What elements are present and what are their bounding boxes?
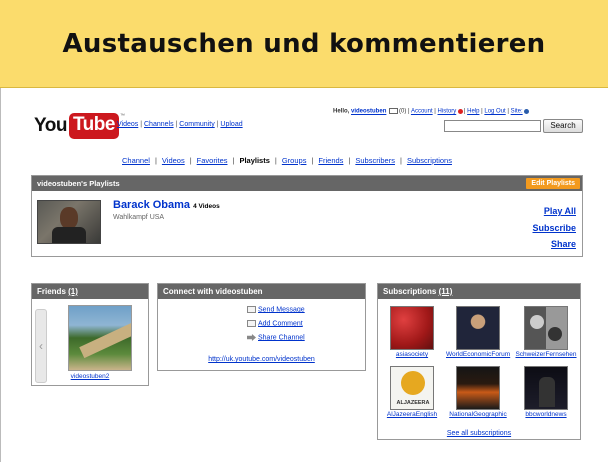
tab-groups[interactable]: Groups	[282, 156, 307, 165]
logo-trademark: ™	[119, 113, 125, 119]
nav-channels[interactable]: Channels	[144, 121, 174, 128]
subscriptions-header: Subscriptions (11)	[378, 284, 580, 299]
play-all-link[interactable]: Play All	[544, 206, 576, 216]
friends-header: Friends (1)	[32, 284, 148, 299]
help-link[interactable]: Help	[467, 109, 479, 115]
send-message-row[interactable]: Send Message	[247, 306, 305, 313]
subscription-item[interactable]: NationalGeographic	[446, 366, 510, 418]
subscription-name[interactable]: AlJazeeraEnglish	[387, 411, 437, 418]
subscriptions-count-link[interactable]: (11)	[439, 287, 453, 296]
subscriptions-header-label: Subscriptions	[383, 287, 437, 296]
edit-playlists-button[interactable]: Edit Playlists	[526, 178, 580, 189]
tab-videos[interactable]: Videos	[162, 156, 185, 165]
quicklist-icon	[457, 108, 463, 114]
site-link[interactable]: Site:	[511, 109, 523, 115]
logo-you-text: You	[34, 115, 67, 136]
subscription-item[interactable]: ALJAZEERA AlJazeeraEnglish	[380, 366, 444, 418]
channel-url-link[interactable]: http://uk.youtube.com/videostuben	[208, 356, 315, 363]
frame-border	[0, 88, 1, 462]
logo-tube-text: Tube	[68, 113, 119, 139]
subscription-thumbnail[interactable]	[524, 366, 568, 410]
greeting: Hello,	[333, 108, 350, 115]
search-button[interactable]: Search	[543, 119, 583, 133]
chevron-left-icon[interactable]: ‹	[35, 309, 47, 383]
slide-title-bar: Austauschen und kommentieren	[0, 0, 608, 88]
globe-icon[interactable]	[524, 108, 530, 114]
add-comment-link[interactable]: Add Comment	[258, 320, 303, 327]
history-link[interactable]: History	[438, 109, 457, 115]
nav-videos[interactable]: Videos	[117, 121, 138, 128]
account-link[interactable]: Account	[411, 109, 433, 115]
playlist-video-count: 4 Videos	[193, 203, 220, 210]
subscription-thumbnail[interactable]	[456, 306, 500, 350]
nav-community[interactable]: Community	[179, 121, 214, 128]
playlist-title[interactable]: Barack Obama 4 Videos	[113, 199, 220, 211]
share-link[interactable]: Share	[551, 239, 576, 249]
playlists-header: videostuben's Playlists Edit Playlists	[32, 176, 582, 191]
subscriptions-panel: Subscriptions (11) asiasociety WorldEcon…	[377, 283, 581, 440]
subscription-thumbnail[interactable]: ALJAZEERA	[390, 366, 434, 410]
connect-header: Connect with videostuben	[158, 284, 365, 299]
subscription-name[interactable]: NationalGeographic	[449, 411, 506, 418]
aljazeera-logo-text: ALJAZEERA	[396, 400, 430, 406]
aljazeera-logo-icon	[401, 371, 425, 395]
playlists-header-title: videostuben's Playlists	[37, 179, 120, 188]
mail-icon[interactable]	[389, 108, 399, 114]
subscription-item[interactable]: bbcworldnews	[514, 366, 578, 418]
subscription-name[interactable]: bbcworldnews	[525, 411, 566, 418]
friend-avatar[interactable]	[68, 305, 132, 371]
tab-subscriptions[interactable]: Subscriptions	[407, 156, 452, 165]
subscription-name[interactable]: SchweizerFernsehen	[515, 351, 576, 358]
send-message-link[interactable]: Send Message	[258, 306, 305, 313]
friends-header-label: Friends	[37, 287, 66, 296]
friends-count-link[interactable]: (1)	[68, 287, 78, 296]
tab-subscribers[interactable]: Subscribers	[355, 156, 395, 165]
youtube-logo[interactable]: You Tube ™	[34, 113, 125, 139]
share-channel-link[interactable]: Share Channel	[258, 334, 305, 341]
subscription-item[interactable]: asiasociety	[380, 306, 444, 358]
tab-favorites[interactable]: Favorites	[197, 156, 228, 165]
add-comment-row[interactable]: Add Comment	[247, 320, 303, 327]
slide-title: Austauschen und kommentieren	[62, 29, 546, 59]
logout-link[interactable]: Log Out	[484, 109, 505, 115]
subscription-name[interactable]: asiasociety	[396, 351, 428, 358]
tab-playlists[interactable]: Playlists	[239, 156, 269, 165]
subscription-name[interactable]: WorldEconomicForum	[446, 351, 510, 358]
share-channel-row[interactable]: Share Channel	[247, 334, 305, 341]
subscription-item[interactable]: WorldEconomicForum	[446, 306, 510, 358]
main-nav: Videos | Channels | Community | Upload	[117, 121, 243, 128]
subscribe-link[interactable]: Subscribe	[532, 223, 576, 233]
playlist-thumbnail[interactable]	[37, 200, 101, 244]
share-arrow-icon	[247, 334, 256, 341]
comment-icon	[247, 320, 256, 327]
friends-panel: Friends (1) ‹ videostuben2	[31, 283, 149, 386]
playlist-title-text[interactable]: Barack Obama	[113, 199, 190, 211]
channel-nav: Channel | Videos | Favorites | Playlists | Group…	[122, 156, 452, 165]
playlist-subtitle: Wahlkampf USA	[113, 214, 165, 221]
search-input[interactable]	[444, 120, 541, 132]
subscription-item[interactable]: SchweizerFernsehen	[514, 306, 578, 358]
subscription-thumbnail[interactable]	[456, 366, 500, 410]
subscription-thumbnail[interactable]	[390, 306, 434, 350]
account-bar: Hello, videostuben (0) | Account | Histo…	[333, 108, 530, 115]
subscription-thumbnail[interactable]	[524, 306, 568, 350]
slide: Austauschen und kommentieren You Tube ™ …	[0, 0, 608, 462]
nav-upload[interactable]: Upload	[220, 121, 242, 128]
inbox-count[interactable]: (0)	[399, 109, 406, 115]
envelope-icon	[247, 306, 256, 313]
connect-panel: Connect with videostuben Send Message Ad…	[157, 283, 366, 371]
see-all-subscriptions-link[interactable]: See all subscriptions	[447, 430, 511, 437]
tab-channel[interactable]: Channel	[122, 156, 150, 165]
playlists-panel: videostuben's Playlists Edit Playlists B…	[31, 175, 583, 257]
tab-friends[interactable]: Friends	[318, 156, 343, 165]
username-link[interactable]: videostuben	[351, 109, 386, 115]
friend-name-link[interactable]: videostuben2	[71, 373, 110, 380]
